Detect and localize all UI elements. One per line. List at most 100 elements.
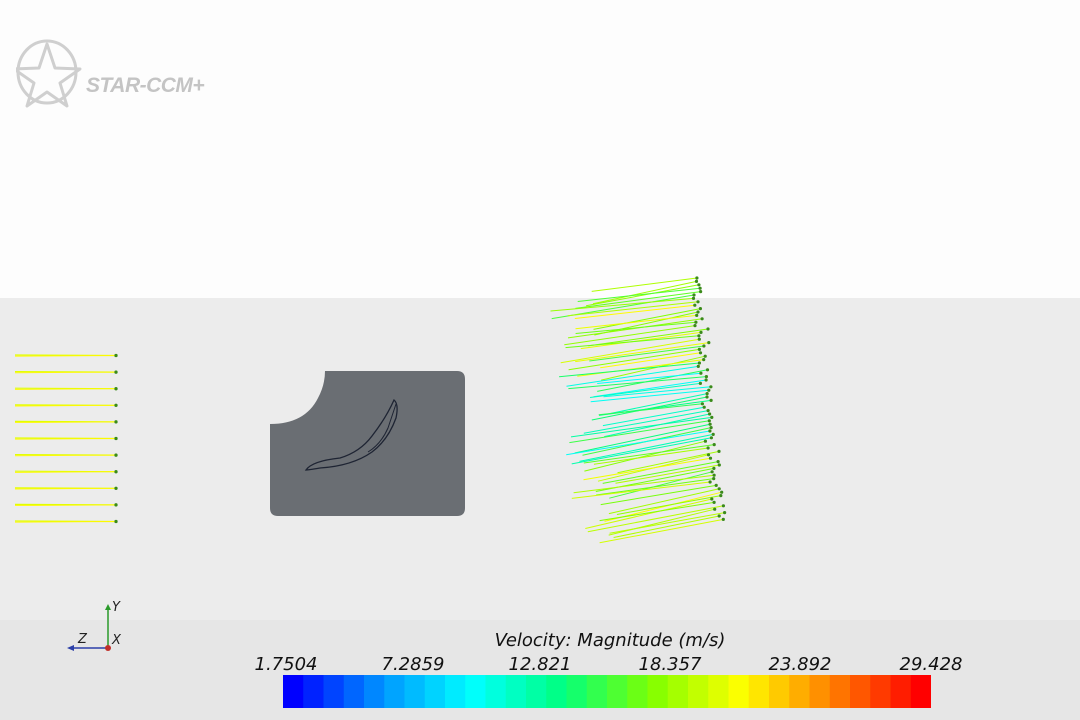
legend-color-segment	[283, 675, 304, 708]
velocity-vector-head	[693, 303, 697, 307]
velocity-vector-head	[702, 344, 706, 348]
velocity-vector-head	[696, 364, 700, 368]
velocity-vector-head	[697, 337, 701, 341]
legend-color-segment	[566, 675, 588, 708]
velocity-vector-head	[708, 412, 712, 416]
velocity-vector-head	[712, 473, 716, 477]
legend-color-segment	[870, 675, 892, 708]
velocity-vector-head	[709, 398, 713, 402]
velocity-vector	[583, 457, 711, 481]
velocity-vector-head	[696, 300, 700, 304]
velocity-vector-head	[697, 347, 702, 351]
velocity-vector-head	[699, 290, 703, 294]
velocity-vector-head	[709, 436, 714, 440]
velocity-vector-head	[693, 324, 697, 328]
velocity-vector-head	[708, 422, 712, 426]
x-axis-dot	[105, 645, 111, 651]
velocity-vector	[560, 338, 700, 364]
velocity-vector-head	[704, 375, 709, 379]
velocity-vector-head	[717, 449, 721, 453]
legend-color-segment	[465, 675, 487, 708]
velocity-vector-head	[708, 456, 713, 460]
velocity-vector-head	[710, 470, 714, 474]
velocity-vector-head	[711, 432, 715, 436]
velocity-vector-head	[703, 354, 707, 358]
3d-viewport[interactable]: STAR-CCM+ Y Z X Velocity: Magnitude (m/s…	[0, 0, 1080, 720]
legend-tick-label: 23.892	[768, 654, 832, 675]
legend-color-segment	[850, 675, 871, 708]
z-axis-label: Z	[78, 632, 87, 647]
legend-color-segment	[384, 675, 406, 708]
legend-color-segment	[748, 675, 770, 708]
legend-color-segment	[343, 675, 365, 708]
simulation-scene	[14, 276, 727, 544]
velocity-vector-head	[719, 494, 723, 498]
velocity-vector	[588, 328, 709, 347]
color-legend: Velocity: Magnitude (m/s) 1.7504 7.2859 …	[250, 628, 970, 714]
velocity-vector-head	[695, 313, 699, 317]
velocity-vector-head	[698, 351, 703, 355]
velocity-vector-head	[710, 497, 714, 501]
blade-passage-block	[270, 371, 465, 516]
velocity-vector-head	[114, 486, 118, 490]
legend-tick-label: 7.2859	[381, 654, 445, 675]
velocity-vector-head	[703, 439, 708, 443]
legend-color-segment	[829, 675, 851, 708]
legend-color-segment	[424, 675, 446, 708]
velocity-vector-head	[691, 296, 696, 300]
legend-color-segment	[688, 675, 709, 708]
velocity-vector-head	[710, 415, 714, 419]
velocity-vector-head	[695, 276, 699, 280]
inlet-velocity-vectors	[14, 353, 118, 524]
velocity-vector-head	[114, 370, 118, 374]
legend-color-segment	[708, 675, 730, 708]
velocity-vector-head	[705, 392, 709, 396]
velocity-vector-head	[706, 453, 711, 457]
axis-triad-lines	[67, 604, 111, 651]
velocity-vector-head	[697, 334, 701, 338]
velocity-vector-head	[114, 436, 118, 441]
velocity-vector	[585, 498, 712, 529]
velocity-vector-head	[706, 409, 710, 413]
axis-triad: Y Z X	[62, 600, 132, 656]
velocity-vector-head	[705, 368, 710, 372]
legend-tick-label: 12.821	[508, 654, 572, 675]
velocity-vector-head	[712, 477, 716, 481]
velocity-vector-head	[699, 330, 703, 334]
velocity-vector	[617, 450, 720, 474]
velocity-vector-head	[714, 483, 718, 487]
velocity-vector-head	[694, 279, 699, 283]
legend-tick-label: 1.7504	[254, 654, 318, 675]
velocity-vector-head	[717, 487, 721, 491]
velocity-vector-head	[692, 293, 696, 297]
velocity-vector-head	[698, 307, 703, 311]
velocity-vector-head	[114, 519, 118, 524]
velocity-vector-head	[706, 446, 710, 450]
legend-colorbar	[283, 675, 931, 708]
velocity-vector-head	[114, 503, 118, 507]
y-axis-arrow	[105, 604, 111, 610]
legend-color-segment	[404, 675, 426, 708]
velocity-vector-head	[716, 460, 720, 464]
legend-tick-label: 18.357	[638, 654, 702, 675]
velocity-vector-head	[114, 453, 118, 457]
velocity-vector-head	[697, 283, 701, 287]
legend-color-segment	[890, 675, 912, 708]
velocity-vector-head	[713, 507, 717, 511]
velocity-vector-head	[708, 480, 712, 484]
legend-color-segment	[769, 675, 790, 708]
velocity-vector-head	[704, 378, 708, 382]
legend-color-segment	[364, 675, 385, 708]
velocity-vector	[599, 518, 724, 544]
legend-color-segment	[809, 675, 831, 708]
velocity-vector-head	[705, 395, 709, 399]
velocity-vector-head	[709, 426, 713, 430]
velocity-vector-head	[702, 405, 706, 409]
velocity-vector-head	[696, 310, 700, 314]
legend-color-segment	[789, 675, 811, 708]
velocity-vector-head	[706, 327, 710, 331]
velocity-vector-head	[709, 385, 713, 389]
legend-color-segment	[323, 675, 345, 708]
velocity-vector-head	[698, 286, 702, 290]
outlet-velocity-vectors	[550, 276, 727, 544]
